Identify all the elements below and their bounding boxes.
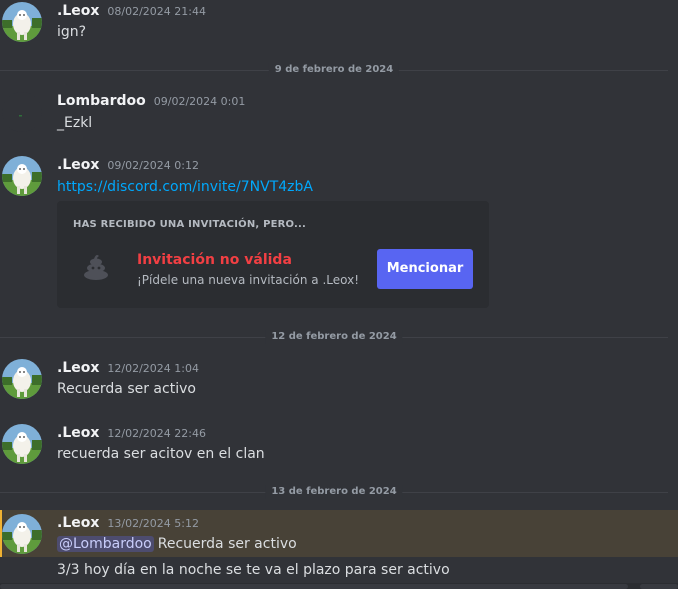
date-divider-label: 13 de febrero de 2024 (265, 485, 403, 499)
date-divider: 12 de febrero de 2024 (0, 330, 668, 344)
username[interactable]: Lombardoo (57, 93, 146, 109)
invite-invalid-title: Invitación no válida (137, 252, 292, 268)
message-2: Lombardoo 09/02/2024 0:01 _Ezkl (0, 88, 678, 138)
timestamp: 12/02/2024 1:04 (107, 362, 199, 375)
user-avatar[interactable] (2, 424, 42, 464)
message-5: .Leox 12/02/2024 22:46 recuerda ser acit… (0, 420, 678, 475)
message-text: recuerda ser acitov en el clan (57, 446, 265, 462)
user-avatar[interactable] (2, 92, 42, 132)
timestamp: 08/02/2024 21:44 (107, 5, 206, 18)
timestamp: 09/02/2024 0:12 (107, 159, 199, 172)
timestamp: 13/02/2024 5:12 (107, 517, 199, 530)
message-text: 3/3 hoy día en la noche se te va el plaz… (57, 562, 450, 578)
invite-embed: HAS RECIBIDO UNA INVITACIÓN, PERO... Inv… (57, 201, 489, 308)
chat-messages: .Leox 08/02/2024 21:44 ign? 9 de febrero… (0, 0, 678, 589)
date-divider-label: 12 de febrero de 2024 (265, 330, 403, 344)
user-avatar[interactable] (2, 514, 42, 554)
user-avatar[interactable] (2, 156, 42, 196)
user-mention[interactable]: @Lombardoo (57, 536, 154, 552)
scroll-bottom-edge (0, 583, 678, 589)
user-avatar[interactable] (2, 359, 42, 399)
poop-icon (81, 251, 111, 281)
date-divider-label: 9 de febrero de 2024 (268, 63, 400, 77)
username[interactable]: .Leox (57, 157, 99, 173)
message-text: Recuerda ser activo (157, 536, 297, 552)
invite-description: ¡Pídele una nueva invitación a .Leox! (137, 273, 360, 287)
date-divider: 9 de febrero de 2024 (0, 63, 668, 77)
invite-heading: HAS RECIBIDO UNA INVITACIÓN, PERO... (73, 219, 307, 230)
mention-button[interactable]: Mencionar (377, 249, 473, 289)
message-text: ign? (57, 24, 87, 40)
message-text-row: @Lombardoo Recuerda ser activo (57, 536, 297, 552)
message-text: _Ezkl (57, 115, 93, 131)
message-7: 3/3 hoy día en la noche se te va el plaz… (0, 557, 678, 583)
date-divider: 13 de febrero de 2024 (0, 485, 668, 499)
message-6-mention: .Leox 13/02/2024 5:12 @Lombardoo Recuerda… (0, 510, 678, 557)
message-4: .Leox 12/02/2024 1:04 Recuerda ser activ… (0, 355, 678, 410)
invite-link[interactable]: https://discord.com/invite/7NVT4zbA (57, 179, 313, 195)
username[interactable]: .Leox (57, 515, 99, 531)
message-1: .Leox 08/02/2024 21:44 ign? (0, 0, 678, 50)
message-text: Recuerda ser activo (57, 381, 196, 397)
username[interactable]: .Leox (57, 3, 99, 19)
timestamp: 12/02/2024 22:46 (107, 427, 206, 440)
timestamp: 09/02/2024 0:01 (153, 95, 246, 108)
username[interactable]: .Leox (57, 360, 99, 376)
user-avatar[interactable] (2, 2, 42, 42)
username[interactable]: .Leox (57, 425, 99, 441)
